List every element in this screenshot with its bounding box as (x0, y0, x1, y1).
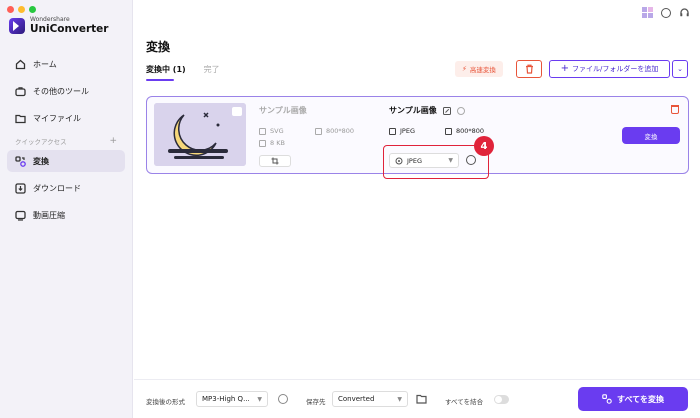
chevron-down-icon: ▼ (448, 157, 453, 164)
source-size: 8 KB (259, 139, 285, 147)
message-icon[interactable] (661, 7, 671, 18)
home-icon (15, 59, 26, 69)
file-thumbnail (154, 103, 246, 166)
convert-all-icon (602, 394, 612, 404)
sidebar-item-label: ホーム (33, 59, 57, 69)
chevron-down-icon: ⌄ (677, 65, 683, 73)
delete-file-icon[interactable] (671, 105, 679, 114)
chevron-down-icon: ▼ (257, 395, 262, 403)
resolution-icon (315, 127, 322, 135)
sidebar-item-label: その他のツール (33, 86, 89, 96)
delete-all-button[interactable] (516, 60, 542, 78)
sidebar: Wondershare UniConverter ホーム その他のツール マイフ… (0, 0, 133, 418)
tab-completed[interactable]: 完了 (204, 64, 220, 75)
source-format-value: SVG (270, 127, 284, 135)
chevron-down-icon: ▼ (397, 395, 402, 403)
sidebar-item-label: 変換 (33, 156, 49, 166)
sidebar-nav-main: ホーム その他のツール マイファイル (7, 53, 125, 134)
app-logo: Wondershare UniConverter (9, 16, 108, 35)
target-resolution-value: 800*800 (456, 127, 485, 135)
output-settings-icon[interactable] (278, 394, 288, 404)
sidebar-item-other-tools[interactable]: その他のツール (7, 80, 125, 102)
merge-all-toggle[interactable] (494, 395, 509, 404)
resolution-icon (445, 127, 452, 135)
convert-all-button[interactable]: すべてを変換 (578, 387, 688, 411)
sidebar-item-video-compress[interactable]: 動画圧縮 (7, 204, 125, 226)
merge-all-label: すべてを結合 (445, 398, 484, 406)
sidebar-nav-quick: 変換 ダウンロード 動画圧縮 (7, 150, 125, 231)
image-format-icon (259, 127, 266, 135)
save-location-value: Converted (338, 395, 375, 403)
brand-small: Wondershare (30, 16, 70, 23)
file-card[interactable]: サンプル画像 SVG 800*800 8 KB サンプル画像 JPEG 800*… (146, 96, 689, 179)
output-format-label: 変換後の形式 (146, 398, 185, 406)
crop-icon (271, 157, 279, 165)
info-icon[interactable] (456, 106, 465, 115)
save-location-label: 保存先 (306, 398, 326, 406)
top-right-icons (642, 7, 690, 18)
tab-converting[interactable]: 変換中 (1) (146, 64, 186, 81)
minimize-window-button[interactable] (18, 6, 25, 13)
crop-edit-button[interactable] (259, 155, 291, 167)
download-icon (15, 182, 26, 194)
edit-name-icon[interactable] (442, 106, 451, 115)
output-format-select[interactable]: JPEG ▼ (389, 153, 459, 168)
target-file-title-row: サンプル画像 (389, 105, 465, 116)
output-format-dropdown-value: MP3-High Q... (202, 395, 250, 403)
file-size-icon (259, 139, 266, 147)
quick-access-header: クイックアクセス + (7, 136, 125, 146)
close-window-button[interactable] (7, 6, 14, 13)
gear-icon[interactable] (466, 155, 476, 165)
step-number-badge: 4 (474, 136, 494, 156)
source-resolution: 800*800 (315, 127, 354, 135)
high-speed-label: 高速変換 (469, 66, 496, 74)
target-resolution: 800*800 (445, 127, 484, 135)
compress-icon (15, 210, 26, 221)
open-folder-icon[interactable] (416, 394, 427, 404)
quick-access-add-button[interactable]: + (109, 136, 117, 146)
tab-bar: 変換中 (1) 完了 (146, 64, 220, 81)
target-file-title: サンプル画像 (389, 106, 437, 115)
source-size-value: 8 KB (270, 139, 285, 147)
lightning-icon: ⚡ (462, 65, 467, 73)
add-files-button[interactable]: + ファイル/フォルダーを追加 (549, 60, 670, 78)
add-files-dropdown-button[interactable]: ⌄ (672, 60, 688, 78)
plus-icon: + (560, 63, 570, 74)
sidebar-item-convert[interactable]: 変換 (7, 150, 125, 172)
image-type-icon (232, 107, 242, 116)
sidebar-item-label: 動画圧縮 (33, 210, 65, 220)
window-controls (7, 6, 36, 13)
folder-icon (15, 114, 26, 123)
target-format: JPEG (389, 127, 415, 135)
headset-icon[interactable] (679, 7, 690, 18)
trash-icon (525, 64, 533, 74)
source-resolution-value: 800*800 (326, 127, 355, 135)
sidebar-item-my-files[interactable]: マイファイル (7, 107, 125, 129)
target-format-value: JPEG (400, 127, 415, 135)
zoom-window-button[interactable] (29, 6, 36, 13)
toolbox-icon (15, 86, 26, 96)
sidebar-item-label: ダウンロード (33, 183, 81, 193)
convert-button[interactable]: 変換 (622, 127, 680, 144)
save-location-dropdown[interactable]: Converted ▼ (332, 391, 408, 407)
source-file-title: サンプル画像 (259, 106, 307, 115)
bottom-bar: 変換後の形式 MP3-High Q... ▼ 保存先 Converted ▼ す… (134, 379, 700, 418)
uniconverter-logo-icon (9, 17, 25, 34)
sidebar-item-home[interactable]: ホーム (7, 53, 125, 75)
high-speed-convert-button[interactable]: ⚡ 高速変換 (455, 61, 503, 77)
brand-name: UniConverter (30, 23, 109, 35)
page-title: 変換 (146, 40, 171, 54)
sidebar-item-label: マイファイル (33, 113, 81, 123)
add-files-label: ファイル/フォルダーを追加 (572, 65, 659, 73)
output-format-dropdown[interactable]: MP3-High Q... ▼ (196, 391, 268, 407)
sidebar-item-download[interactable]: ダウンロード (7, 177, 125, 199)
format-settings-icon (395, 157, 403, 164)
convert-icon (15, 155, 26, 167)
convert-all-label: すべてを変換 (617, 394, 664, 404)
apps-grid-icon[interactable] (642, 7, 653, 18)
image-format-icon (389, 127, 396, 135)
source-format: SVG (259, 127, 284, 135)
quick-access-label: クイックアクセス (15, 138, 67, 146)
output-format-value: JPEG (407, 156, 422, 165)
